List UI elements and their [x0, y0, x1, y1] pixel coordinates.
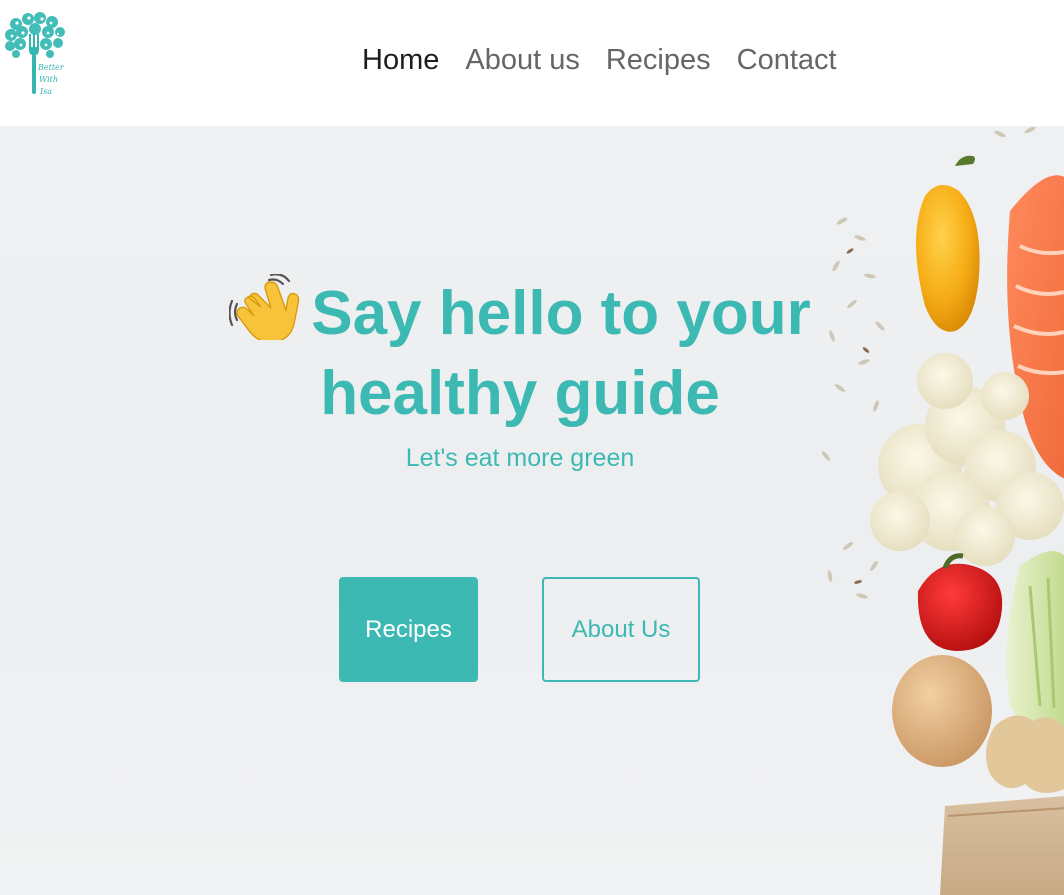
- nav-item-home[interactable]: Home: [362, 44, 439, 77]
- about-us-button[interactable]: About Us: [542, 577, 700, 682]
- main-nav: Home About us Recipes Contact: [362, 40, 837, 80]
- hero-section: Say hello to your healthy guide Let's ea…: [0, 126, 1064, 895]
- waving-hand-icon: [229, 274, 300, 340]
- logo-text-line: With: [39, 75, 59, 84]
- page: Better With Isa Home About us Recipes Co…: [0, 0, 1064, 895]
- hero-title: Say hello to your healthy guide: [120, 274, 920, 434]
- nav-item-recipes[interactable]: Recipes: [606, 44, 711, 77]
- recipes-button[interactable]: Recipes: [339, 577, 478, 682]
- hero-background-food-image: [821, 126, 1064, 895]
- nav-item-about-us[interactable]: About us: [465, 44, 579, 77]
- logo[interactable]: Better With Isa: [2, 10, 74, 102]
- logo-text-line: Isa: [40, 87, 53, 96]
- navbar: Better With Isa Home About us Recipes Co…: [0, 0, 1064, 126]
- hero-subtitle: Let's eat more green: [405, 444, 635, 472]
- logo-text-line: Better: [38, 63, 64, 72]
- hero-title-text: Say hello to your healthy guide: [311, 279, 811, 428]
- nav-item-contact[interactable]: Contact: [737, 44, 837, 77]
- tree-fork-logo-icon: [5, 12, 65, 94]
